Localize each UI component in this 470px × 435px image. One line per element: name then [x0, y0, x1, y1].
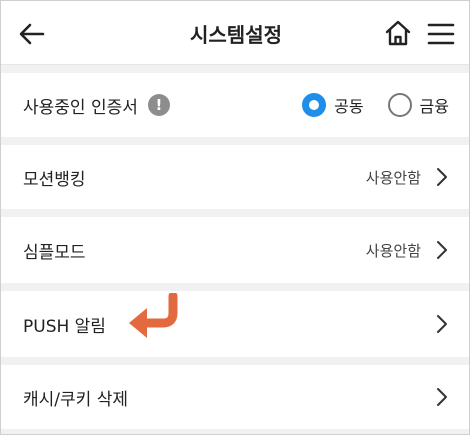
section-divider — [1, 357, 469, 365]
radio-unselected-icon[interactable] — [387, 93, 412, 117]
chevron-right-icon — [437, 241, 447, 259]
annotation-arrow-icon — [129, 293, 178, 338]
setting-right — [435, 387, 449, 407]
section-divider — [1, 137, 469, 145]
setting-right: 사용안함 — [366, 240, 449, 261]
section-divider — [1, 429, 469, 434]
certificate-option-finance[interactable]: 금융 — [387, 93, 449, 117]
certificate-options: 공동 금융 — [302, 93, 449, 117]
radio-label-joint: 공동 — [334, 97, 364, 116]
setting-row-push-notifications[interactable]: PUSH 알림 — [1, 291, 469, 357]
home-button[interactable] — [383, 18, 413, 48]
menu-button[interactable] — [427, 20, 455, 48]
setting-label: 캐시/쿠키 삭제 — [23, 389, 128, 410]
system-settings-screen: 시스템설정 사용중인 인증서 ! 공동 금융 모션뱅킹 사용안함 심플모드 사용… — [0, 0, 470, 435]
radio-label-finance: 금융 — [419, 97, 449, 116]
setting-row-motion-banking[interactable]: 모션뱅킹 사용안함 — [1, 145, 469, 209]
certificate-option-joint[interactable]: 공동 — [302, 93, 364, 117]
chevron-right-icon — [437, 168, 447, 186]
chevron-right-icon — [437, 388, 447, 406]
section-divider — [1, 283, 469, 291]
setting-label: 심플모드 — [23, 242, 86, 263]
info-icon[interactable]: ! — [147, 94, 170, 116]
radio-selected-icon[interactable] — [302, 93, 327, 117]
setting-label: PUSH 알림 — [23, 316, 106, 337]
section-divider — [1, 209, 469, 217]
section-divider — [1, 65, 469, 73]
certificate-label: 사용중인 인증서 — [23, 97, 138, 118]
hamburger-menu-icon — [427, 23, 455, 45]
setting-value: 사용안함 — [365, 241, 421, 260]
chevron-right-icon — [437, 315, 447, 333]
app-header: 시스템설정 — [1, 1, 469, 65]
setting-row-clear-cache[interactable]: 캐시/쿠키 삭제 — [1, 365, 469, 429]
setting-value: 사용안함 — [365, 168, 421, 187]
setting-right: 사용안함 — [366, 167, 449, 188]
home-icon — [385, 20, 411, 46]
setting-label: 모션뱅킹 — [23, 169, 86, 190]
certificate-row: 사용중인 인증서 ! 공동 금융 — [1, 73, 469, 137]
setting-row-simple-mode[interactable]: 심플모드 사용안함 — [1, 217, 469, 283]
setting-right — [435, 314, 449, 334]
